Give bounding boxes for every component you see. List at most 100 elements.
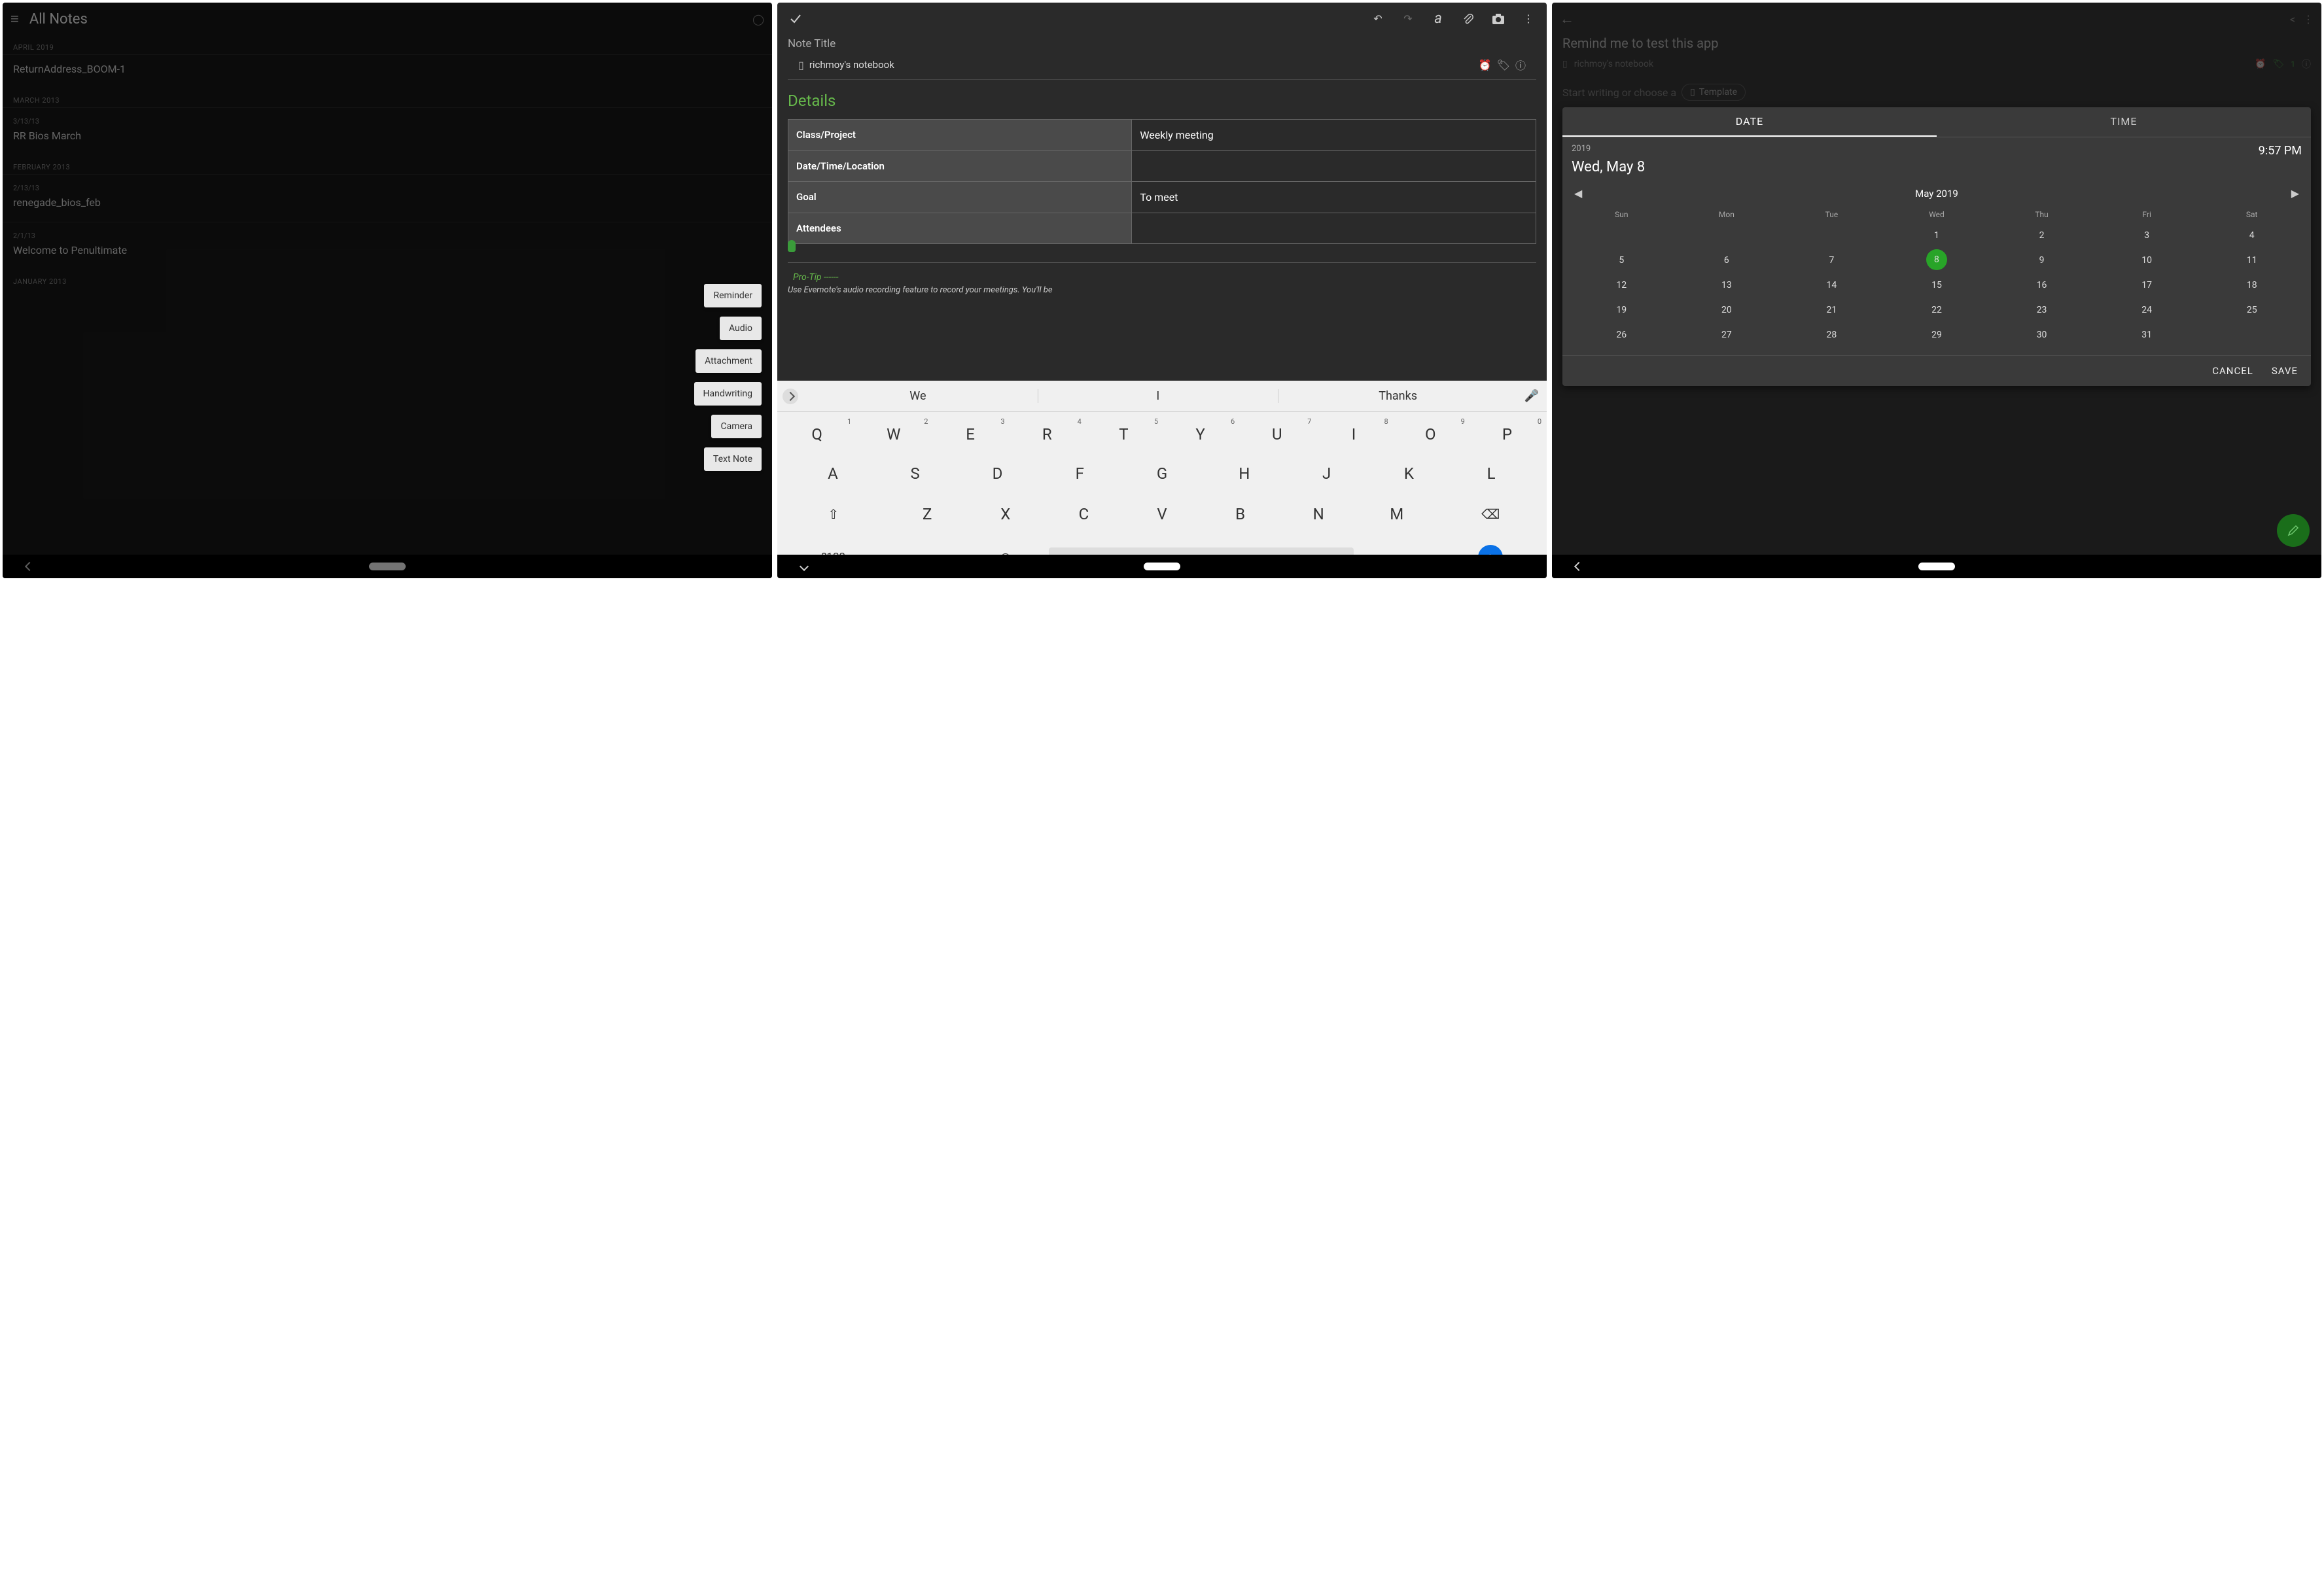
table-value[interactable]: To meet	[1132, 182, 1536, 213]
reminder-icon[interactable]: ⏰	[2255, 59, 2266, 69]
key-y[interactable]: Y6	[1162, 416, 1239, 453]
key-a[interactable]: A	[792, 455, 874, 492]
notebook-name[interactable]: richmoy's notebook	[809, 59, 1473, 71]
more-icon[interactable]: ⋮	[1517, 12, 1540, 25]
key-d[interactable]: D	[957, 455, 1039, 492]
undo-icon[interactable]: ↶	[1366, 12, 1390, 25]
key-h[interactable]: H	[1203, 455, 1286, 492]
mic-icon[interactable]: 🎤	[1518, 389, 1545, 403]
calendar-day[interactable]: 3	[2094, 224, 2200, 247]
save-button[interactable]: SAVE	[2272, 365, 2298, 377]
key-f[interactable]: F	[1038, 455, 1121, 492]
suggestion[interactable]: We	[798, 389, 1038, 403]
collapse-suggestions[interactable]	[783, 389, 798, 404]
key-g[interactable]: G	[1121, 455, 1203, 492]
calendar-day[interactable]: 9	[1989, 249, 2094, 271]
key-t[interactable]: T5	[1085, 416, 1162, 453]
key-s[interactable]: S	[874, 455, 957, 492]
key-q[interactable]: Q1	[779, 416, 855, 453]
home-pill[interactable]	[1918, 563, 1955, 570]
tab-time[interactable]: TIME	[1937, 107, 2311, 137]
prev-month-icon[interactable]: ◀	[1574, 187, 1582, 200]
cancel-button[interactable]: CANCEL	[2212, 365, 2253, 377]
calendar-day[interactable]: 12	[1569, 274, 1674, 296]
key-z[interactable]: Z	[888, 496, 966, 532]
note-title-input[interactable]: Note Title	[777, 35, 1547, 53]
done-icon[interactable]	[784, 12, 807, 26]
key-⌫[interactable]: ⌫	[1436, 496, 1545, 532]
calendar-day[interactable]: 26	[1569, 324, 1674, 346]
key-i[interactable]: I8	[1315, 416, 1392, 453]
tag-icon[interactable]: 🏷	[2272, 59, 2284, 69]
template-button[interactable]: ▯ Template	[1681, 84, 1746, 101]
dim-overlay[interactable]	[3, 3, 772, 578]
calendar-day[interactable]: 10	[2094, 249, 2200, 271]
key-k[interactable]: K	[1367, 455, 1450, 492]
calendar-day[interactable]: 31	[2094, 324, 2200, 346]
calendar-day[interactable]: 18	[2199, 274, 2304, 296]
calendar-day[interactable]: 1	[1884, 224, 1990, 247]
tag-icon[interactable]: 🏷	[1497, 59, 1510, 71]
calendar-day[interactable]: 8	[1926, 249, 1947, 270]
key-r[interactable]: R4	[1009, 416, 1085, 453]
tab-date[interactable]: DATE	[1562, 107, 1937, 137]
calendar-day[interactable]: 13	[1674, 274, 1780, 296]
calendar-day[interactable]: 23	[1989, 299, 2094, 321]
calendar-day[interactable]: 15	[1884, 274, 1990, 296]
key-w[interactable]: W2	[855, 416, 932, 453]
redo-icon[interactable]: ↷	[1396, 12, 1420, 25]
key-b[interactable]: B	[1201, 496, 1280, 532]
key-u[interactable]: U7	[1239, 416, 1315, 453]
calendar-day[interactable]: 11	[2199, 249, 2304, 271]
menu-item-camera[interactable]: Camera	[711, 415, 762, 438]
info-icon[interactable]: ⓘ	[1515, 57, 1526, 73]
back-icon[interactable]: ←	[1560, 10, 1574, 27]
key-v[interactable]: V	[1123, 496, 1201, 532]
calendar-day[interactable]: 17	[2094, 274, 2200, 296]
key-l[interactable]: L	[1450, 455, 1532, 492]
calendar-day[interactable]: 24	[2094, 299, 2200, 321]
key-j[interactable]: J	[1286, 455, 1368, 492]
calendar-day[interactable]: 2	[1989, 224, 2094, 247]
menu-item-attachment[interactable]: Attachment	[695, 349, 762, 373]
font-icon[interactable]: a	[1426, 10, 1450, 27]
table-value[interactable]	[1132, 213, 1536, 243]
calendar-day[interactable]: 19	[1569, 299, 1674, 321]
key-n[interactable]: N	[1279, 496, 1358, 532]
key-e[interactable]: E3	[932, 416, 1008, 453]
key-p[interactable]: P0	[1469, 416, 1545, 453]
selected-year[interactable]: 2019	[1572, 144, 1591, 158]
calendar-day[interactable]: 22	[1884, 299, 1990, 321]
attachment-icon[interactable]	[1456, 12, 1480, 26]
editor-placeholder[interactable]: Start writing or choose a ▯ Template	[1552, 72, 2321, 101]
key-o[interactable]: O9	[1392, 416, 1469, 453]
suggestion[interactable]: I	[1038, 389, 1278, 403]
menu-item-audio[interactable]: Audio	[720, 317, 762, 340]
suggestion[interactable]: Thanks	[1278, 389, 1518, 403]
edit-fab[interactable]	[2277, 514, 2310, 547]
selected-time[interactable]: 9:57 PM	[2259, 144, 2302, 158]
calendar-day[interactable]: 29	[1884, 324, 1990, 346]
reminder-icon[interactable]: ⏰	[1479, 59, 1492, 71]
calendar-day[interactable]: 27	[1674, 324, 1780, 346]
calendar-day[interactable]: 28	[1779, 324, 1884, 346]
calendar-day[interactable]: 6	[1674, 249, 1780, 271]
key-m[interactable]: M	[1358, 496, 1436, 532]
back-icon[interactable]	[1574, 562, 1583, 571]
calendar-day[interactable]: 20	[1674, 299, 1780, 321]
share-icon[interactable]: <	[2290, 13, 2295, 26]
calendar-day[interactable]: 21	[1779, 299, 1884, 321]
calendar-day[interactable]: 5	[1569, 249, 1674, 271]
table-value[interactable]: Weekly meeting	[1132, 120, 1536, 150]
camera-icon[interactable]	[1487, 13, 1510, 25]
key-c[interactable]: C	[1045, 496, 1123, 532]
key-x[interactable]: X	[966, 496, 1045, 532]
calendar-day[interactable]: 7	[1779, 249, 1884, 271]
next-month-icon[interactable]: ▶	[2291, 187, 2299, 200]
notebook-name[interactable]: richmoy's notebook	[1574, 59, 2248, 69]
calendar-day[interactable]: 14	[1779, 274, 1884, 296]
info-icon[interactable]: ⓘ	[2302, 58, 2311, 71]
calendar-day[interactable]: 16	[1989, 274, 2094, 296]
menu-item-reminder[interactable]: Reminder	[704, 284, 762, 307]
calendar-day[interactable]: 30	[1989, 324, 2094, 346]
